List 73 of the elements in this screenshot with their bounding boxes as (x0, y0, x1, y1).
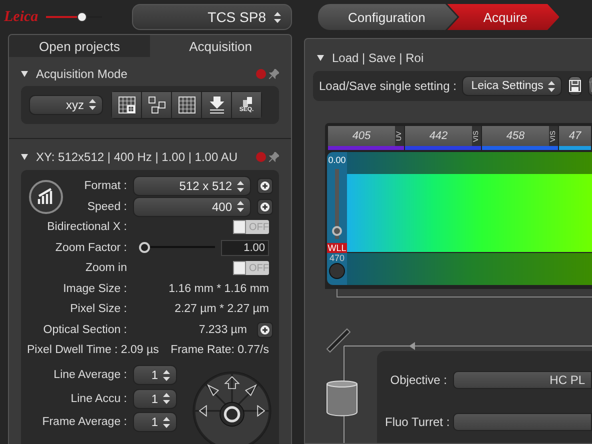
up-down-arrows-icon (274, 12, 281, 22)
field-label: Frame Average : (41, 416, 127, 428)
mode-button[interactable] (142, 92, 171, 118)
section-title: XY: 512x512 | 400 Hz | 1.00 | 1.00 AU (36, 150, 238, 164)
wavelength-knob[interactable] (329, 263, 345, 279)
layers-icon (240, 96, 252, 107)
field-label: Optical Section : (42, 324, 127, 336)
field-label: Objective : (389, 373, 447, 387)
field-label: Speed : (86, 200, 127, 213)
section-title: Acquisition Mode (36, 67, 128, 82)
workflow-tab[interactable]: Configuration (318, 4, 458, 30)
objective-dropdown[interactable]: HC PL (453, 371, 592, 389)
wavelength-value: 470 (329, 253, 345, 263)
mode-button[interactable] (172, 92, 201, 118)
field-value: 2.27 µm * 2.27 µm (174, 303, 269, 316)
plus-button[interactable] (257, 198, 273, 215)
plus-icon (260, 324, 270, 335)
field-label: Zoom in (84, 262, 127, 274)
up-down-arrows-icon (163, 393, 170, 404)
wll-badge: WLL (327, 243, 347, 253)
field-label: Load/Save single setting : (319, 79, 456, 93)
chart-button-icon[interactable] (29, 180, 63, 214)
up-down-arrows-icon (237, 201, 244, 212)
grid-icon (178, 96, 196, 114)
collapse-triangle-icon[interactable] (317, 55, 324, 61)
download-icon (208, 96, 224, 114)
field-label: Image Size : (62, 282, 127, 295)
average-dropdown[interactable]: 1 (133, 365, 177, 386)
system-selector[interactable]: TCS SP8 (132, 4, 292, 30)
collapse-triangle-icon[interactable] (21, 154, 28, 160)
panel-tab[interactable]: Open projects (9, 35, 150, 58)
pin-icon[interactable] (269, 69, 279, 80)
field-label: Line Accu : (70, 392, 127, 405)
plus-button[interactable] (257, 178, 273, 194)
intensity-value: 0.00 (328, 155, 346, 165)
workflow-tab[interactable]: Acquire (447, 4, 560, 30)
zoom-slider[interactable] (139, 242, 215, 254)
up-down-arrows-icon (548, 80, 556, 92)
field-label: Fluo Turret : (385, 415, 447, 429)
save-button[interactable] (568, 76, 582, 96)
field-label: Bidirectional X : (46, 221, 127, 234)
logo: Leica (3, 8, 40, 26)
average-dropdown[interactable]: 1 (133, 412, 177, 432)
up-down-arrows-icon (89, 99, 96, 110)
mode-button[interactable] (112, 92, 141, 118)
pin-icon[interactable] (269, 152, 279, 162)
field-label: Pixel Size : (69, 303, 127, 316)
field-label: Line Average : (52, 369, 127, 382)
zoom-input[interactable]: 1.00 (221, 240, 269, 256)
field-value: 1.16 mm * 1.16 mm (168, 282, 269, 295)
format-dropdown[interactable]: 512 x 512 (133, 176, 251, 196)
brightness-slider[interactable] (46, 12, 102, 22)
mode-button[interactable] (202, 92, 231, 118)
grid-tile-icon (118, 96, 136, 114)
laser-line-button[interactable]: 47 (559, 126, 591, 150)
frame-rate-text: Frame Rate: 0.77/s (170, 344, 269, 356)
up-down-arrows-icon (163, 370, 170, 381)
section-title: Load | Save | Roi (332, 51, 424, 65)
mode-dropdown[interactable]: xyz (29, 94, 103, 115)
field-label: Format : (83, 180, 127, 192)
speed-dropdown[interactable]: 400 (133, 196, 251, 217)
up-down-arrows-icon (163, 416, 170, 428)
settings-dropdown[interactable]: Leica Settings (462, 76, 562, 96)
plus-icon (260, 181, 270, 192)
plus-button[interactable] (257, 322, 273, 338)
dwell-time-text: Pixel Dwell Time : 2.09 µs (27, 344, 159, 356)
squares-icon (148, 96, 166, 114)
up-down-arrows-icon (237, 180, 244, 192)
field-label: Zoom Factor : (54, 242, 127, 254)
field-value: 7.233 µm (198, 324, 247, 336)
average-dropdown[interactable]: 1 (133, 388, 177, 409)
plus-icon (260, 202, 270, 212)
collapse-triangle-icon[interactable] (21, 71, 28, 78)
